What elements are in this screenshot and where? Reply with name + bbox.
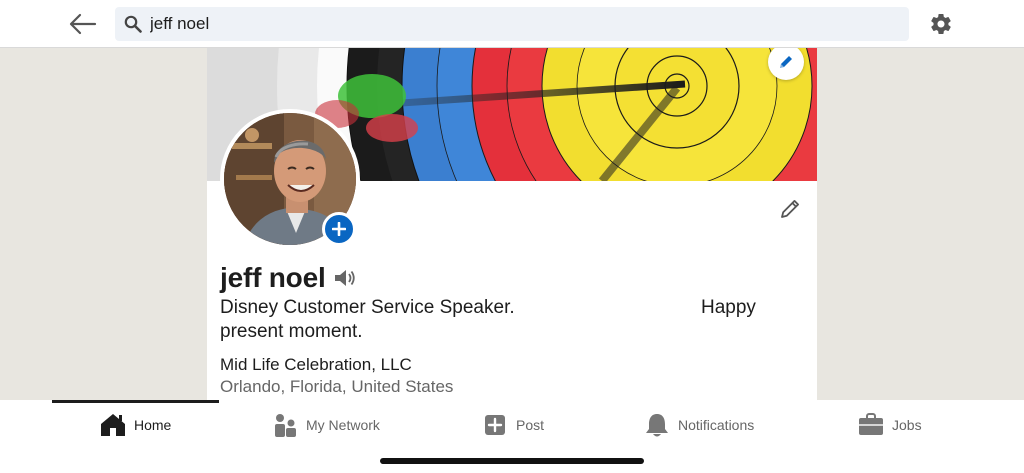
profile-photo[interactable]	[220, 109, 360, 249]
search-input[interactable]	[150, 10, 890, 38]
plus-icon	[332, 222, 346, 236]
profile-card: jeff noel Disney Customer Service Speake…	[207, 48, 817, 400]
back-button[interactable]	[66, 9, 100, 39]
profile-location: Orlando, Florida, United States	[220, 377, 454, 396]
nav-label: My Network	[306, 417, 380, 433]
search-icon	[123, 14, 143, 34]
nav-item-jobs[interactable]: Jobs	[858, 410, 922, 440]
pencil-icon	[781, 200, 799, 218]
back-arrow-icon	[69, 13, 97, 35]
edit-intro-button[interactable]	[775, 194, 805, 224]
headline-text: Happy	[701, 297, 756, 318]
post-icon	[482, 412, 508, 438]
headline-text: Disney Customer Service Speaker.	[220, 297, 515, 318]
pencil-icon	[780, 56, 792, 68]
nav-item-post[interactable]: Post	[482, 410, 544, 440]
nav-label: Jobs	[892, 417, 922, 433]
nav-item-home[interactable]: Home	[100, 410, 171, 440]
headline-text: present moment.	[220, 321, 363, 342]
nav-item-notifications[interactable]: Notifications	[644, 410, 754, 440]
briefcase-icon	[858, 412, 884, 438]
network-icon	[272, 412, 298, 438]
speaker-icon	[334, 270, 355, 286]
nav-label: Post	[516, 417, 545, 433]
nav-active-indicator	[52, 400, 219, 403]
profile-name: jeff noel	[220, 262, 326, 293]
nav-label: Notifications	[678, 417, 755, 433]
search-box[interactable]	[115, 7, 909, 41]
bottom-nav: Home My Network Post Notifications Jobs	[0, 400, 1024, 473]
home-indicator[interactable]	[380, 458, 644, 464]
name-row: jeff noel	[220, 261, 358, 295]
bell-icon	[644, 412, 670, 438]
top-search-bar	[0, 0, 1024, 48]
settings-button[interactable]	[926, 10, 956, 38]
name-pronunciation-button[interactable]	[332, 265, 358, 291]
profile-company[interactable]: Mid Life Celebration, LLC	[220, 355, 412, 375]
nav-label: Home	[134, 417, 172, 433]
add-photo-button[interactable]	[322, 212, 356, 246]
nav-item-my-network[interactable]: My Network	[272, 410, 380, 440]
gear-icon	[931, 14, 951, 35]
home-icon	[100, 412, 126, 438]
